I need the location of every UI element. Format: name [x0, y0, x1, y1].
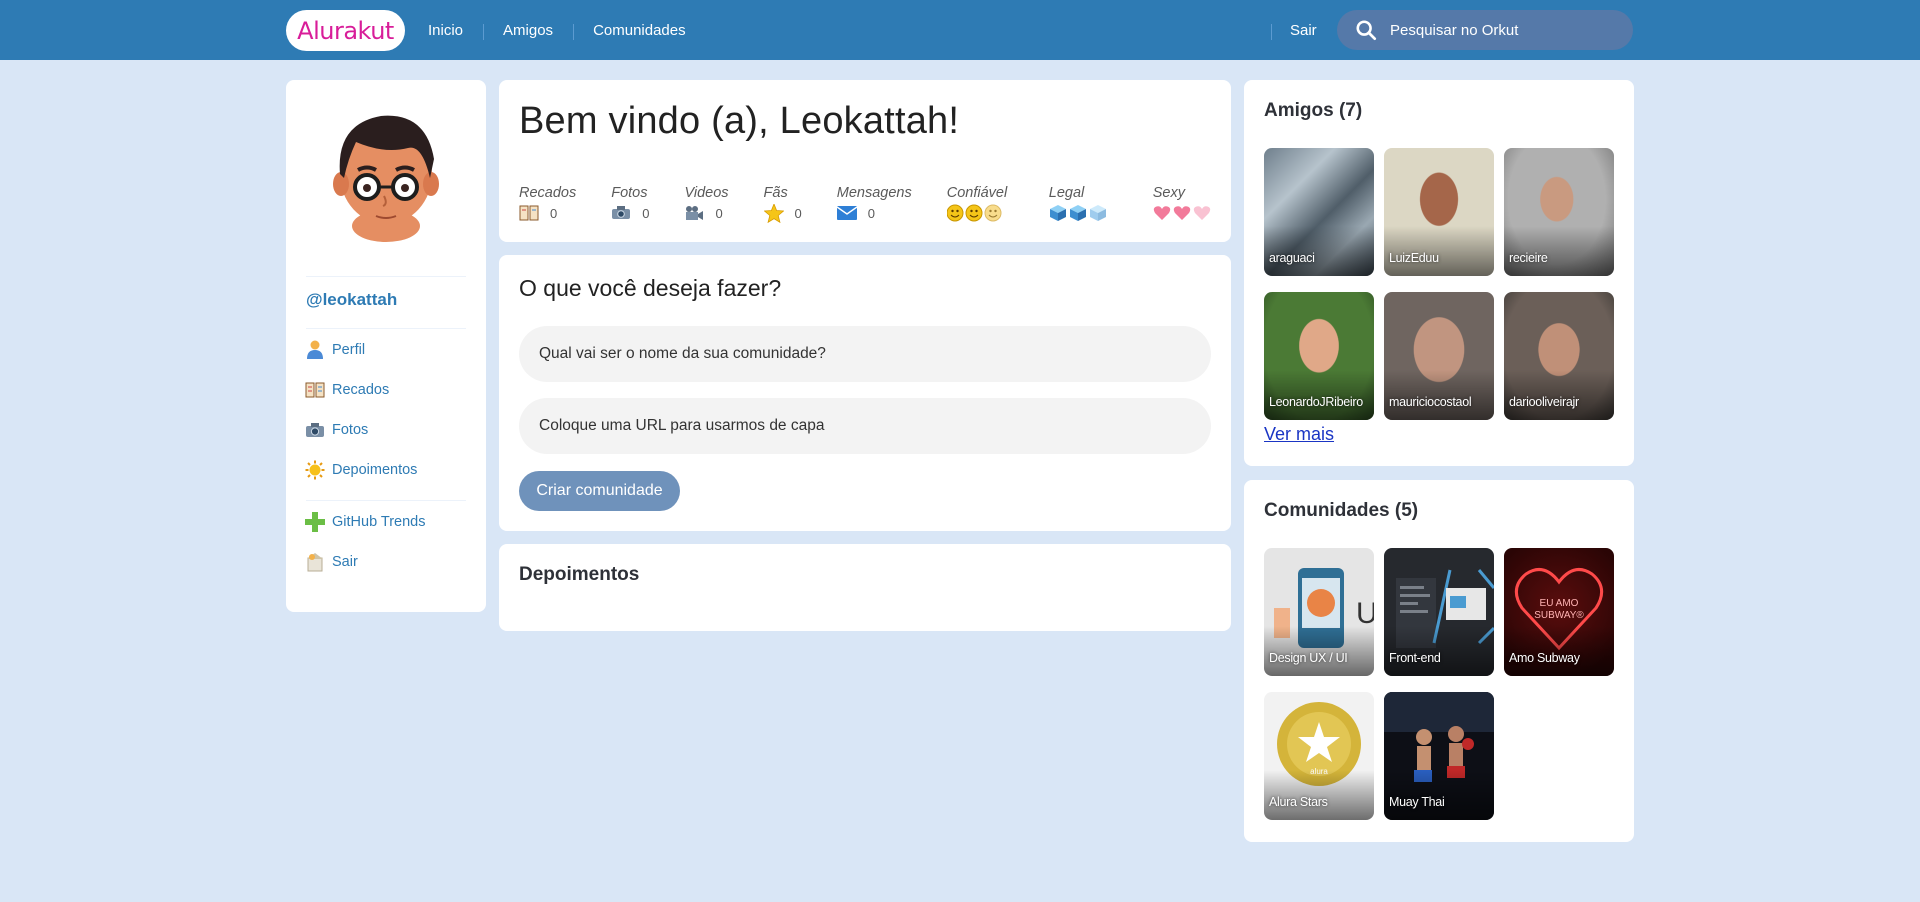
divider: [306, 500, 466, 501]
logout-icon: [305, 552, 325, 572]
profile-stats: Recados 0 Fotos 0 Videos 0 Fãs 0 Mensage…: [519, 185, 1257, 223]
community-tile[interactable]: Front-end: [1384, 548, 1494, 676]
camera-icon: [611, 206, 631, 220]
sun-icon: [305, 460, 325, 480]
camera-icon: [305, 420, 325, 440]
nav-amigos[interactable]: Amigos: [483, 22, 573, 40]
video-camera-icon: [684, 205, 704, 221]
stat-recados: Recados 0: [519, 185, 577, 221]
friend-tile[interactable]: recieire: [1504, 148, 1614, 276]
heart-icon: [1153, 205, 1211, 221]
search-input[interactable]: [1390, 21, 1620, 39]
community-cover-url-input[interactable]: [519, 398, 1211, 454]
search-icon: [1356, 20, 1377, 41]
friend-tile[interactable]: LeonardoJRibeiro: [1264, 292, 1374, 420]
menu-item-github-trends[interactable]: GitHub Trends: [305, 502, 426, 542]
nav-comunidades[interactable]: Comunidades: [573, 22, 706, 40]
cube-icon: [1049, 204, 1107, 222]
friend-tile[interactable]: LuizEduu: [1384, 148, 1494, 276]
community-name-input[interactable]: [519, 326, 1211, 382]
stat-videos: Videos 0: [684, 185, 729, 221]
alurakut-logo[interactable]: Alurakut: [286, 10, 405, 51]
welcome-box: Bem vindo (a), Leokattah! Recados 0 Foto…: [499, 80, 1231, 242]
stat-legal: Legal: [1049, 185, 1118, 223]
plus-icon: [305, 512, 325, 532]
divider: [306, 276, 466, 277]
menu-item-depoimentos[interactable]: Depoimentos: [305, 450, 417, 490]
create-community-box: O que você deseja fazer? Criar comunidad…: [499, 255, 1231, 531]
envelope-icon: [836, 206, 857, 220]
testimonials-box: Depoimentos: [499, 544, 1231, 631]
menu-item-fotos[interactable]: Fotos: [305, 410, 417, 450]
user-icon: [305, 340, 325, 360]
profile-username[interactable]: @leokattah: [306, 290, 397, 310]
smiley-icon: [946, 204, 1003, 222]
community-tile[interactable]: U Design UX / UI: [1264, 548, 1374, 676]
stat-sexy: Sexy: [1153, 185, 1222, 223]
stat-mensagens: Mensagens 0: [836, 185, 912, 221]
search-box: [1337, 10, 1633, 50]
profile-avatar[interactable]: [326, 104, 446, 242]
menu-item-perfil[interactable]: Perfil: [305, 330, 417, 370]
create-community-button[interactable]: Criar comunidade: [519, 471, 680, 511]
community-tile[interactable]: EU AMO SUBWAY® Amo Subway: [1504, 548, 1614, 676]
star-icon: [763, 203, 784, 223]
stat-fotos: Fotos 0: [611, 185, 650, 221]
stat-fas: Fãs 0: [763, 185, 802, 223]
community-tile[interactable]: Muay Thai: [1384, 692, 1494, 820]
top-bar: Alurakut Inicio Amigos Comunidades Sair: [0, 0, 1920, 60]
main-nav: Inicio Amigos Comunidades: [408, 0, 706, 60]
menu-item-recados[interactable]: Recados: [305, 370, 417, 410]
friend-tile[interactable]: mauriciocostaol: [1384, 292, 1494, 420]
svg-text:EU AMO: EU AMO: [1540, 598, 1579, 609]
friend-tile[interactable]: dariooliveirajr: [1504, 292, 1614, 420]
svg-text:SUBWAY®: SUBWAY®: [1534, 610, 1584, 621]
friends-box: Amigos (7) araguaci LuizEduu recieire Le…: [1244, 80, 1634, 466]
divider: [306, 328, 466, 329]
profile-sidebar: @leokattah Perfil Recados Fotos Depoimen…: [286, 80, 486, 612]
testimonials-title: Depoimentos: [519, 564, 640, 585]
profile-menu: Perfil Recados Fotos Depoimentos: [305, 330, 417, 490]
book-icon: [305, 380, 325, 400]
stat-confiavel: Confiável: [946, 185, 1014, 223]
communities-grid: U Design UX / UI Front-end EU AMO SUBWAY®…: [1264, 548, 1614, 820]
welcome-title: Bem vindo (a), Leokattah!: [519, 100, 960, 142]
menu-item-sair[interactable]: Sair: [305, 542, 426, 582]
communities-box: Comunidades (5) U Design UX / UI Front-e…: [1244, 480, 1634, 842]
friend-tile[interactable]: araguaci: [1264, 148, 1374, 276]
profile-menu-secondary: GitHub Trends Sair: [305, 502, 426, 582]
form-title: O que você deseja fazer?: [519, 275, 782, 301]
nav-inicio[interactable]: Inicio: [408, 22, 483, 39]
communities-title: Comunidades (5): [1264, 500, 1419, 521]
community-tile[interactable]: alura Alura Stars: [1264, 692, 1374, 820]
friends-grid: araguaci LuizEduu recieire LeonardoJRibe…: [1264, 148, 1614, 420]
book-icon: [519, 205, 539, 221]
see-more-friends-link[interactable]: Ver mais: [1264, 424, 1334, 445]
friends-title: Amigos (7): [1264, 100, 1363, 121]
logout-link[interactable]: Sair: [1271, 22, 1317, 40]
